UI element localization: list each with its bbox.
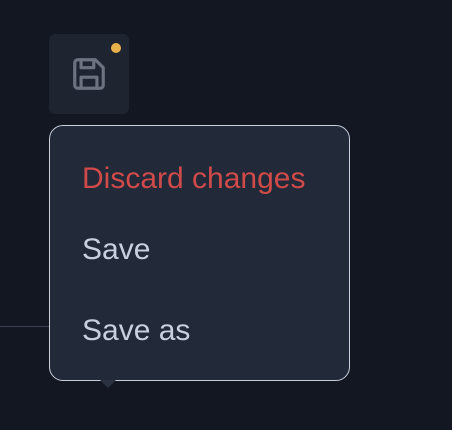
menu-item-save[interactable]: Save <box>82 232 150 268</box>
menu-item-discard-changes[interactable]: Discard changes <box>82 161 305 197</box>
menu-pointer-arrow <box>100 380 116 388</box>
save-options-menu: Discard changes Save Save as <box>49 125 350 381</box>
menu-item-save-as[interactable]: Save as <box>82 313 190 349</box>
unsaved-indicator-dot <box>111 43 121 53</box>
floppy-disk-icon <box>70 55 108 93</box>
